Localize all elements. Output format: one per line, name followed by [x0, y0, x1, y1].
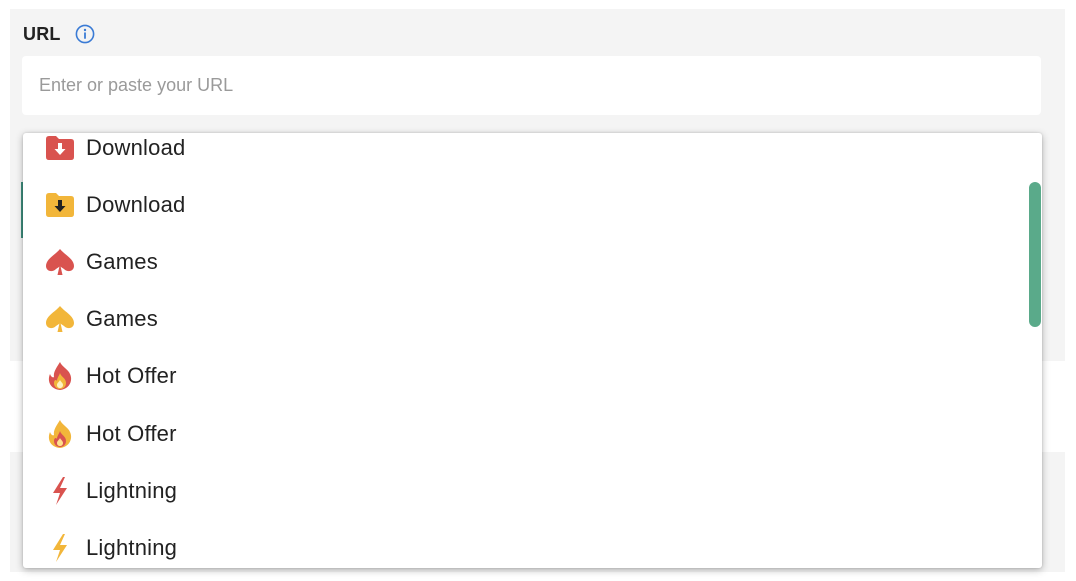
item-label: Lightning	[86, 477, 178, 503]
fire-yellow-icon	[45, 419, 75, 449]
list-item[interactable]: Hot Offer	[23, 405, 1026, 462]
list-item[interactable]: Download	[23, 176, 1026, 233]
item-label: Hot Offer	[86, 363, 177, 389]
scrollbar-thumb[interactable]	[1029, 182, 1041, 327]
url-label-row: URL	[23, 21, 95, 47]
list-item[interactable]: Hot Offer	[23, 348, 1026, 405]
item-label: Lightning	[86, 534, 178, 560]
url-input[interactable]	[22, 56, 1041, 115]
item-label: Download	[86, 191, 186, 217]
url-label: URL	[23, 23, 61, 44]
download-folder-yellow-icon	[45, 190, 75, 220]
list-item[interactable]: Lightning	[23, 462, 1026, 519]
lightning-yellow-icon	[45, 533, 75, 563]
item-label: Games	[86, 306, 158, 332]
list-item[interactable]: Lightning	[23, 519, 1026, 568]
icon-dropdown[interactable]: Download Download Games Games Hot Offer …	[23, 133, 1042, 568]
list-item[interactable]: Download	[23, 133, 1026, 176]
item-label: Games	[86, 248, 158, 274]
list-item[interactable]: Games	[23, 233, 1026, 290]
item-label: Hot Offer	[86, 420, 177, 446]
lightning-red-icon	[45, 476, 75, 506]
spade-red-icon	[45, 247, 75, 277]
item-label: Download	[86, 134, 186, 160]
info-icon[interactable]	[75, 24, 95, 44]
spade-yellow-icon	[45, 304, 75, 334]
fire-red-icon	[45, 361, 75, 391]
download-folder-red-icon	[45, 133, 75, 163]
icon-list: Download Download Games Games Hot Offer …	[23, 133, 1026, 568]
list-item[interactable]: Games	[23, 291, 1026, 348]
